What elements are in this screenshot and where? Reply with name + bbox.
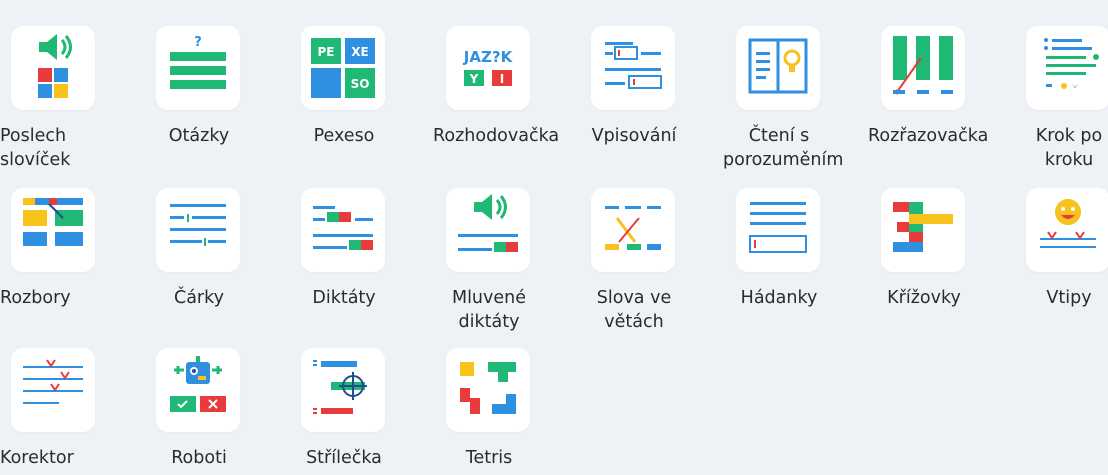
pexeso-icon: PE XE SO [301,26,385,110]
carky-icon [156,188,240,272]
jazyk-i-text: I [500,72,504,86]
otazky-icon: ? [156,26,240,110]
exercise-grid: Poslech slovíček ? Otázky PE XE SO Pexes… [0,0,1108,475]
tile-label: Vpisování [591,126,677,146]
tile-label: Krok po kroku [1035,126,1103,170]
tetris-icon [446,348,530,432]
tile-label: Tetris [465,448,513,468]
hadanky-icon [736,188,820,272]
roboti-icon [156,348,240,432]
tile-label: Rozřazovačka [868,126,989,146]
jazyk-y-text: Y [469,72,479,86]
krok-po-kroku-icon [1026,26,1108,110]
tile-label: Slova ve větách [596,288,672,332]
cteni-s-porozumenim-icon [736,26,820,110]
tile-label: Čtení s porozuměním [723,126,844,170]
tile-label: Diktáty [312,288,376,308]
rozbory-icon [11,188,95,272]
pexeso-so-text: SO [351,77,370,91]
tile-label: Střílečka [306,448,382,468]
tile-label: Hádanky [740,288,818,308]
vtipy-icon [1026,188,1108,272]
vpisovani-icon [591,26,675,110]
rozrazovacka-icon [881,26,965,110]
pexeso-xe-text: XE [351,45,368,59]
strilecka-icon [301,348,385,432]
slova-ve-vetach-icon [591,188,675,272]
mluvene-diktaty-icon [446,188,530,272]
tile-label: Korektor [0,448,74,468]
tile-label: Rozhodovačka [433,126,560,146]
tile-label: Křížovky [887,288,961,308]
tile-label: Čárky [173,288,224,308]
poslech-slovicek-icon [11,26,95,110]
question-mark: ? [194,35,202,50]
tile-label: Roboti [171,448,227,468]
tile-label: Mluvené diktáty [451,288,527,332]
korektor-icon [11,348,95,432]
tile-label: Rozbory [0,288,71,308]
tile-label: Poslech slovíček [0,126,71,170]
diktaty-icon [301,188,385,272]
tile-label: Otázky [168,126,230,146]
jazyk-text: JAZ?K [463,48,514,66]
krizovky-icon [881,188,965,272]
tile-label: Pexeso [313,126,375,146]
rozhodovacka-icon: JAZ?K Y I [446,26,530,110]
tile-label: Vtipy [1046,288,1092,308]
pexeso-pe-text: PE [318,45,335,59]
